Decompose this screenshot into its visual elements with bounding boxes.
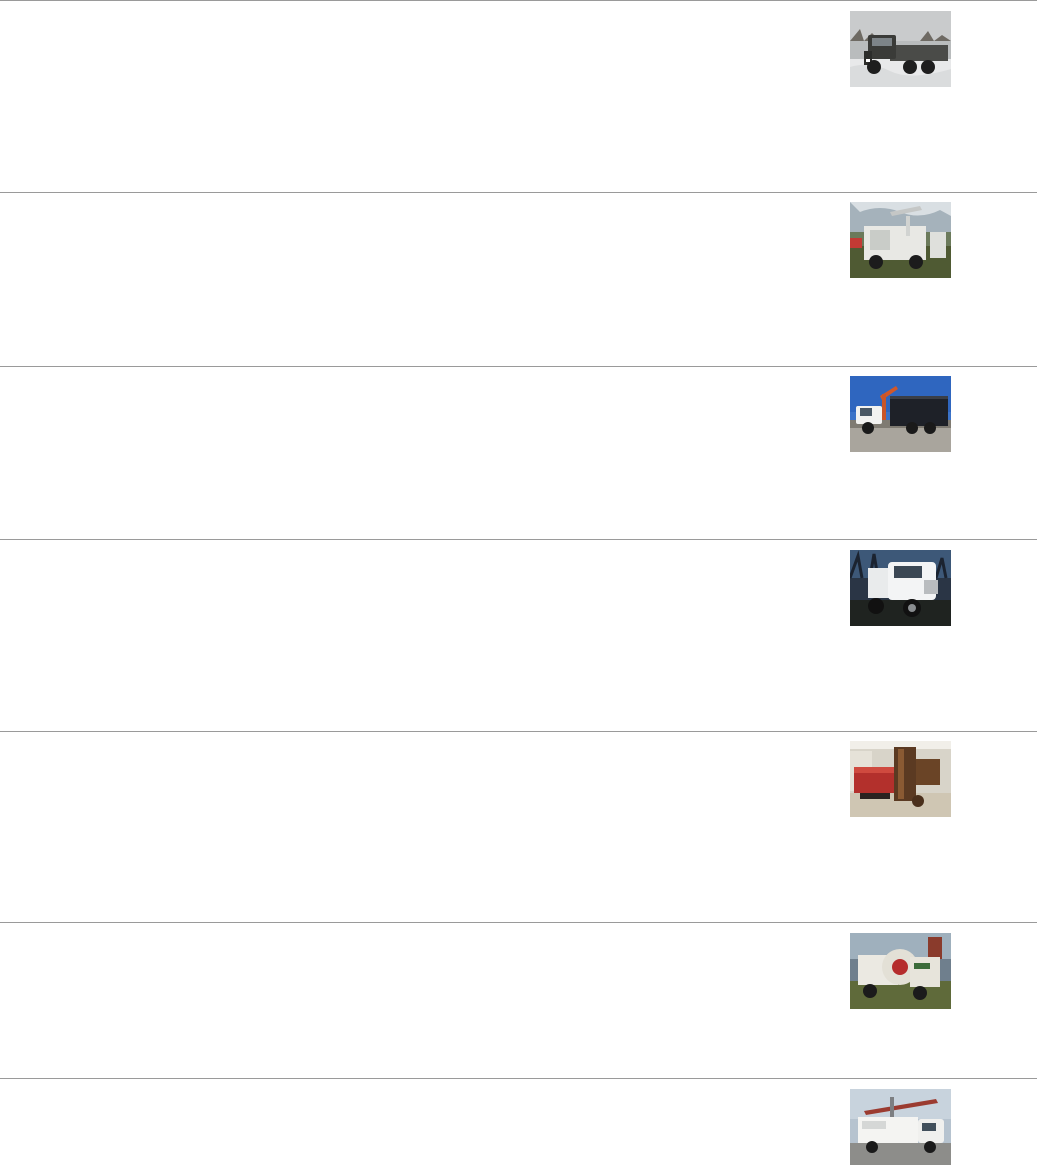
listing-row [0, 1078, 1037, 1165]
listing-details [0, 367, 830, 539]
listing-row [0, 192, 1037, 366]
listing-details [0, 732, 830, 922]
listing-details [0, 1079, 830, 1165]
listing-row [0, 731, 1037, 922]
flatbed-crane-truck-photo [850, 376, 951, 452]
white-semi-tractor-photo [850, 550, 951, 626]
listing-thumbnail[interactable] [850, 11, 951, 87]
listing-row [0, 539, 1037, 731]
listing-thumbnail[interactable] [850, 376, 951, 452]
listing-details [0, 540, 830, 731]
listing-row [0, 0, 1037, 192]
listing-details [0, 1, 830, 192]
dump-truck-winter-photo [850, 11, 951, 87]
listing-thumbnail[interactable] [850, 202, 951, 278]
listing-thumbnail[interactable] [850, 1089, 951, 1165]
utility-bucket-truck-photo [850, 1089, 951, 1165]
vacuum-excavator-truck-photo [850, 933, 951, 1009]
listing-details [0, 923, 830, 1078]
listing-thumbnail[interactable] [850, 933, 951, 1009]
listing-row [0, 366, 1037, 539]
red-directional-drill-photo [850, 741, 951, 817]
listing-row [0, 922, 1037, 1078]
service-truck-crane-photo [850, 202, 951, 278]
listing-thumbnail[interactable] [850, 550, 951, 626]
listing-thumbnail[interactable] [850, 741, 951, 817]
listing-details [0, 193, 830, 366]
